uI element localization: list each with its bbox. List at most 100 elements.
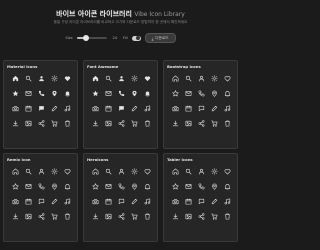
share-icon[interactable] [195,116,208,131]
settings-icon[interactable] [208,71,221,86]
edit-icon[interactable] [48,101,61,116]
phone-icon[interactable] [35,179,48,194]
settings-icon[interactable] [208,164,221,179]
music-icon[interactable] [141,101,154,116]
image-icon[interactable] [182,209,195,224]
heart-icon[interactable] [221,71,234,86]
music-icon[interactable] [221,194,234,209]
cart-icon[interactable] [48,116,61,131]
download-button[interactable]: ⤓ 다운로드 [144,33,176,43]
heart-icon[interactable] [221,164,234,179]
mail-icon[interactable] [182,179,195,194]
camera-icon[interactable] [89,101,102,116]
trash-icon[interactable] [141,116,154,131]
star-icon[interactable] [9,179,22,194]
bell-icon[interactable] [221,179,234,194]
heart-icon[interactable] [141,71,154,86]
location-icon[interactable] [208,179,221,194]
share-icon[interactable] [35,116,48,131]
download-icon[interactable] [9,116,22,131]
user-icon[interactable] [115,71,128,86]
location-icon[interactable] [208,86,221,101]
cart-icon[interactable] [48,209,61,224]
calendar-icon[interactable] [102,194,115,209]
bell-icon[interactable] [141,86,154,101]
size-slider[interactable] [76,35,107,41]
star-icon[interactable] [169,179,182,194]
chat-icon[interactable] [115,194,128,209]
edit-icon[interactable] [128,194,141,209]
mail-icon[interactable] [22,179,35,194]
camera-icon[interactable] [89,194,102,209]
home-icon[interactable] [169,71,182,86]
star-icon[interactable] [89,86,102,101]
trash-icon[interactable] [61,209,74,224]
home-icon[interactable] [89,71,102,86]
share-icon[interactable] [195,209,208,224]
calendar-icon[interactable] [182,101,195,116]
location-icon[interactable] [48,179,61,194]
chat-icon[interactable] [35,194,48,209]
star-icon[interactable] [89,179,102,194]
home-icon[interactable] [9,71,22,86]
chat-icon[interactable] [195,101,208,116]
phone-icon[interactable] [115,179,128,194]
trash-icon[interactable] [141,209,154,224]
calendar-icon[interactable] [182,194,195,209]
heart-icon[interactable] [141,164,154,179]
image-icon[interactable] [102,209,115,224]
search-icon[interactable] [182,164,195,179]
calendar-icon[interactable] [22,194,35,209]
cart-icon[interactable] [128,209,141,224]
share-icon[interactable] [115,116,128,131]
music-icon[interactable] [61,194,74,209]
home-icon[interactable] [89,164,102,179]
chat-icon[interactable] [35,101,48,116]
edit-icon[interactable] [208,101,221,116]
mail-icon[interactable] [22,86,35,101]
trash-icon[interactable] [221,209,234,224]
edit-icon[interactable] [128,101,141,116]
search-icon[interactable] [102,164,115,179]
trash-icon[interactable] [221,116,234,131]
share-icon[interactable] [115,209,128,224]
download-icon[interactable] [169,209,182,224]
camera-icon[interactable] [169,194,182,209]
user-icon[interactable] [195,71,208,86]
chat-icon[interactable] [115,101,128,116]
location-icon[interactable] [128,86,141,101]
music-icon[interactable] [221,101,234,116]
download-icon[interactable] [9,209,22,224]
user-icon[interactable] [35,164,48,179]
calendar-icon[interactable] [22,101,35,116]
search-icon[interactable] [22,71,35,86]
settings-icon[interactable] [48,71,61,86]
camera-icon[interactable] [169,101,182,116]
user-icon[interactable] [195,164,208,179]
image-icon[interactable] [22,116,35,131]
phone-icon[interactable] [195,179,208,194]
location-icon[interactable] [48,86,61,101]
download-icon[interactable] [89,209,102,224]
home-icon[interactable] [9,164,22,179]
music-icon[interactable] [61,101,74,116]
download-icon[interactable] [89,116,102,131]
settings-icon[interactable] [128,164,141,179]
heart-icon[interactable] [61,71,74,86]
bell-icon[interactable] [141,179,154,194]
image-icon[interactable] [22,209,35,224]
edit-icon[interactable] [208,194,221,209]
search-icon[interactable] [22,164,35,179]
image-icon[interactable] [182,116,195,131]
trash-icon[interactable] [61,116,74,131]
mail-icon[interactable] [102,179,115,194]
download-icon[interactable] [169,116,182,131]
camera-icon[interactable] [9,101,22,116]
camera-icon[interactable] [9,194,22,209]
phone-icon[interactable] [35,86,48,101]
share-icon[interactable] [35,209,48,224]
image-icon[interactable] [102,116,115,131]
mail-icon[interactable] [102,86,115,101]
chat-icon[interactable] [195,194,208,209]
size-slider-thumb[interactable] [82,35,89,41]
